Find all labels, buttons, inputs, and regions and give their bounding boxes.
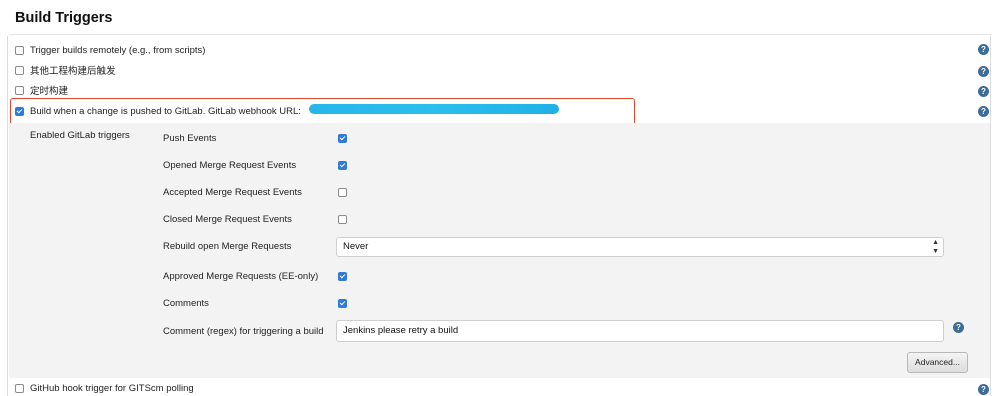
trigger-periodic-row[interactable]: 定时构建	[15, 82, 68, 98]
trigger-remote-checkbox[interactable]	[15, 45, 24, 55]
section-title: Build Triggers	[15, 10, 113, 26]
trigger-github-checkbox[interactable]	[15, 383, 24, 393]
left-border	[7, 36, 8, 396]
comment-regex-input[interactable]: Jenkins please retry a build	[336, 320, 944, 342]
trigger-github-row[interactable]: GitHub hook trigger for GITScm polling	[15, 380, 194, 396]
trigger-github-label: GitHub hook trigger for GITScm polling	[30, 382, 194, 394]
opened-mr-events-label: Opened Merge Request Events	[163, 159, 297, 171]
rebuild-open-mr-label: Rebuild open Merge Requests	[163, 240, 292, 252]
opened-mr-events-checkbox[interactable]	[338, 161, 347, 170]
right-border	[990, 36, 991, 396]
accepted-mr-events-checkbox[interactable]	[338, 188, 347, 197]
help-icon[interactable]: ?	[978, 106, 989, 117]
trigger-periodic-label: 定时构建	[30, 86, 69, 97]
approved-mr-checkbox[interactable]	[338, 272, 347, 281]
section-divider	[10, 34, 992, 35]
trigger-after-other-label: 其他工程构建后触发	[30, 66, 116, 77]
gitlab-triggers-label: Enabled GitLab triggers	[30, 130, 130, 141]
trigger-after-other-row[interactable]: 其他工程构建后触发	[15, 62, 116, 78]
closed-mr-events-checkbox[interactable]	[338, 215, 347, 224]
trigger-after-other-checkbox[interactable]	[15, 65, 24, 75]
help-icon[interactable]: ?	[978, 44, 989, 55]
approved-mr-label: Approved Merge Requests (EE-only)	[163, 270, 319, 282]
rebuild-open-mr-value: Never	[343, 241, 369, 252]
help-icon[interactable]: ?	[978, 86, 989, 97]
comment-regex-value: Jenkins please retry a build	[343, 325, 459, 336]
highlight-box	[10, 98, 635, 125]
accepted-mr-events-label: Accepted Merge Request Events	[163, 186, 302, 198]
comments-label: Comments	[163, 297, 209, 309]
comment-regex-label: Comment (regex) for triggering a build	[163, 325, 324, 337]
up-down-arrow-icon: ▲ ▼	[932, 239, 939, 255]
trigger-remote-label: Trigger builds remotely (e.g., from scri…	[30, 44, 206, 56]
push-events-checkbox[interactable]	[338, 134, 347, 143]
advanced-button[interactable]: Advanced...	[907, 352, 968, 373]
closed-mr-events-label: Closed Merge Request Events	[163, 213, 292, 225]
comments-checkbox[interactable]	[338, 299, 347, 308]
trigger-periodic-checkbox[interactable]	[15, 85, 24, 95]
trigger-remote-row[interactable]: Trigger builds remotely (e.g., from scri…	[15, 42, 205, 58]
push-events-label: Push Events	[163, 132, 217, 144]
rebuild-open-mr-select[interactable]: Never ▲ ▼	[336, 237, 944, 257]
help-icon[interactable]: ?	[978, 384, 989, 395]
help-icon[interactable]: ?	[953, 322, 964, 333]
help-icon[interactable]: ?	[978, 66, 989, 77]
